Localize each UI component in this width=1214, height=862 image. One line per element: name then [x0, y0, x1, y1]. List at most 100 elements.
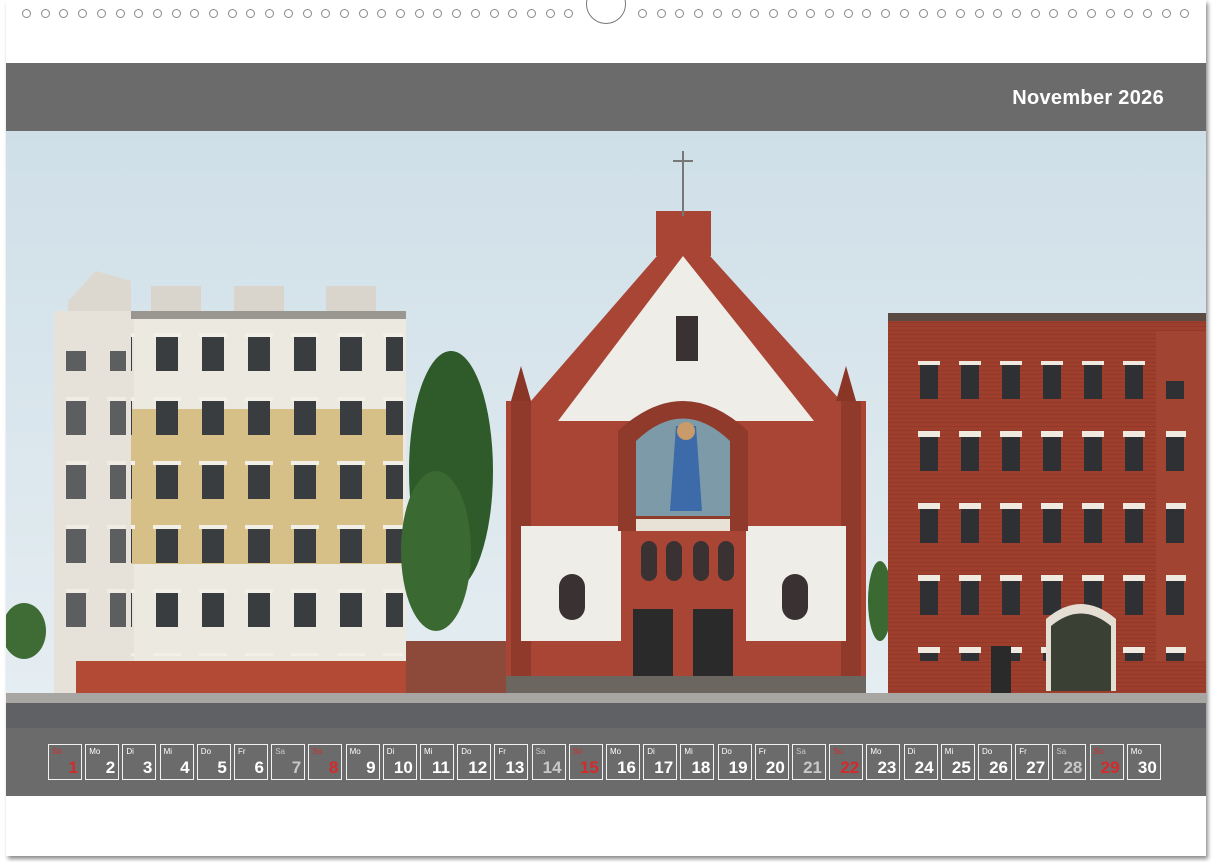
binding-ring [1142, 9, 1152, 18]
day-number: 1 [68, 758, 78, 777]
day-cell: Sa 21 [792, 744, 826, 780]
day-weekday: So [1093, 747, 1104, 756]
binding-ring [40, 9, 50, 18]
binding-ring [806, 9, 816, 18]
binding-ring [227, 9, 237, 18]
calendar-day-strip: So 1 Mo 2 Di 3 Mi 4 Do 5 Fr 6 Sa 7 So 8 Mo 9 Di 10 Mi 11 Do 12 F… [6, 728, 1206, 796]
day-cell: Mo 9 [345, 744, 380, 780]
binding-ring [414, 9, 424, 18]
day-number: 3 [142, 758, 153, 777]
binding-ring [993, 9, 1003, 18]
binding-ring [675, 9, 685, 18]
binding-ring [638, 9, 647, 18]
day-number: 5 [217, 758, 227, 777]
binding-ring [152, 9, 162, 18]
binding-ring [1180, 9, 1190, 18]
binding-ring [452, 9, 462, 18]
day-weekday: Mi [944, 747, 954, 756]
binding-ring [59, 9, 69, 18]
binding-ring [470, 9, 480, 18]
binding-ring [377, 9, 387, 18]
day-weekday: Mi [424, 747, 433, 756]
binding-ring [1012, 9, 1021, 18]
day-weekday: Fr [1019, 747, 1027, 756]
binding-ring [937, 9, 947, 18]
binding-ring [209, 9, 218, 18]
binding-ring [656, 9, 666, 18]
day-weekday: Mi [684, 747, 693, 756]
day-cell: Mo 2 [85, 744, 120, 780]
day-cell: Mi 11 [420, 744, 454, 780]
binding-ring [508, 9, 518, 18]
day-weekday: Fr [238, 747, 246, 756]
binding-ring [302, 9, 312, 18]
day-number: 13 [505, 758, 525, 777]
day-cell: Mi 4 [159, 744, 194, 780]
day-cell: Do 26 [978, 744, 1012, 780]
day-number: 6 [254, 758, 264, 777]
day-cell: Mi 25 [940, 744, 975, 780]
day-number: 11 [432, 758, 450, 777]
day-cell: Fr 6 [234, 744, 268, 780]
binding-ring [246, 9, 256, 18]
day-number: 24 [914, 758, 934, 777]
binding-ring [768, 9, 778, 18]
day-weekday: Di [386, 747, 395, 756]
binding-ring [433, 9, 443, 18]
binding-ring [712, 9, 722, 18]
month-header-bar: November 2026 [6, 63, 1206, 131]
left-apartment-building [54, 271, 406, 696]
day-weekday: Fr [758, 747, 767, 756]
day-number: 9 [366, 758, 376, 777]
binding-ring [955, 9, 965, 18]
day-cell: Do 19 [717, 744, 752, 780]
day-weekday: Di [647, 747, 655, 756]
day-number: 30 [1137, 758, 1157, 777]
day-cell: Fr 13 [494, 744, 529, 780]
day-weekday: Sa [796, 747, 806, 756]
day-cell: Mi 18 [680, 744, 715, 780]
day-weekday: So [312, 747, 323, 756]
day-weekday: So [833, 747, 843, 756]
binding-ring [862, 9, 872, 18]
street-facade-photo [6, 131, 1206, 728]
day-cell: Sa 28 [1052, 744, 1087, 780]
binding-ring [731, 9, 741, 18]
binding-ring [358, 9, 368, 18]
day-number: 29 [1100, 758, 1120, 777]
day-number: 10 [393, 758, 413, 777]
day-number: 18 [691, 758, 711, 777]
day-weekday: Mo [870, 747, 882, 756]
day-weekday: Do [200, 747, 212, 756]
day-number: 25 [951, 758, 971, 777]
hanger-hole [586, 0, 626, 24]
day-cell: Mo 30 [1126, 744, 1161, 780]
day-number: 23 [877, 758, 897, 777]
binding-ring [843, 9, 853, 18]
binding-ring [1030, 9, 1040, 18]
day-cell: So 22 [829, 744, 864, 780]
binding-ring [134, 9, 144, 18]
spiral-binding [6, 0, 1206, 24]
binding-ring [899, 9, 909, 18]
street [6, 703, 1206, 728]
day-number: 15 [579, 758, 599, 777]
binding-ring [265, 9, 275, 18]
binding-ring [526, 9, 536, 18]
day-cell: Di 24 [903, 744, 938, 780]
binding-ring [321, 9, 331, 18]
day-cell: Do 12 [457, 744, 492, 780]
day-weekday: Do [461, 747, 472, 756]
binding-ring [918, 9, 928, 18]
day-weekday: Di [907, 747, 916, 756]
day-number: 8 [328, 758, 339, 777]
day-cell: Di 10 [382, 744, 417, 780]
day-weekday: Mi [163, 747, 173, 756]
binding-ring [283, 9, 293, 18]
day-weekday: Sa [1056, 747, 1067, 756]
binding-ring [22, 9, 31, 18]
day-number: 27 [1026, 758, 1046, 777]
photo-illustration [6, 131, 1206, 728]
day-cell: So 1 [48, 744, 82, 780]
day-cell: So 15 [568, 744, 603, 780]
